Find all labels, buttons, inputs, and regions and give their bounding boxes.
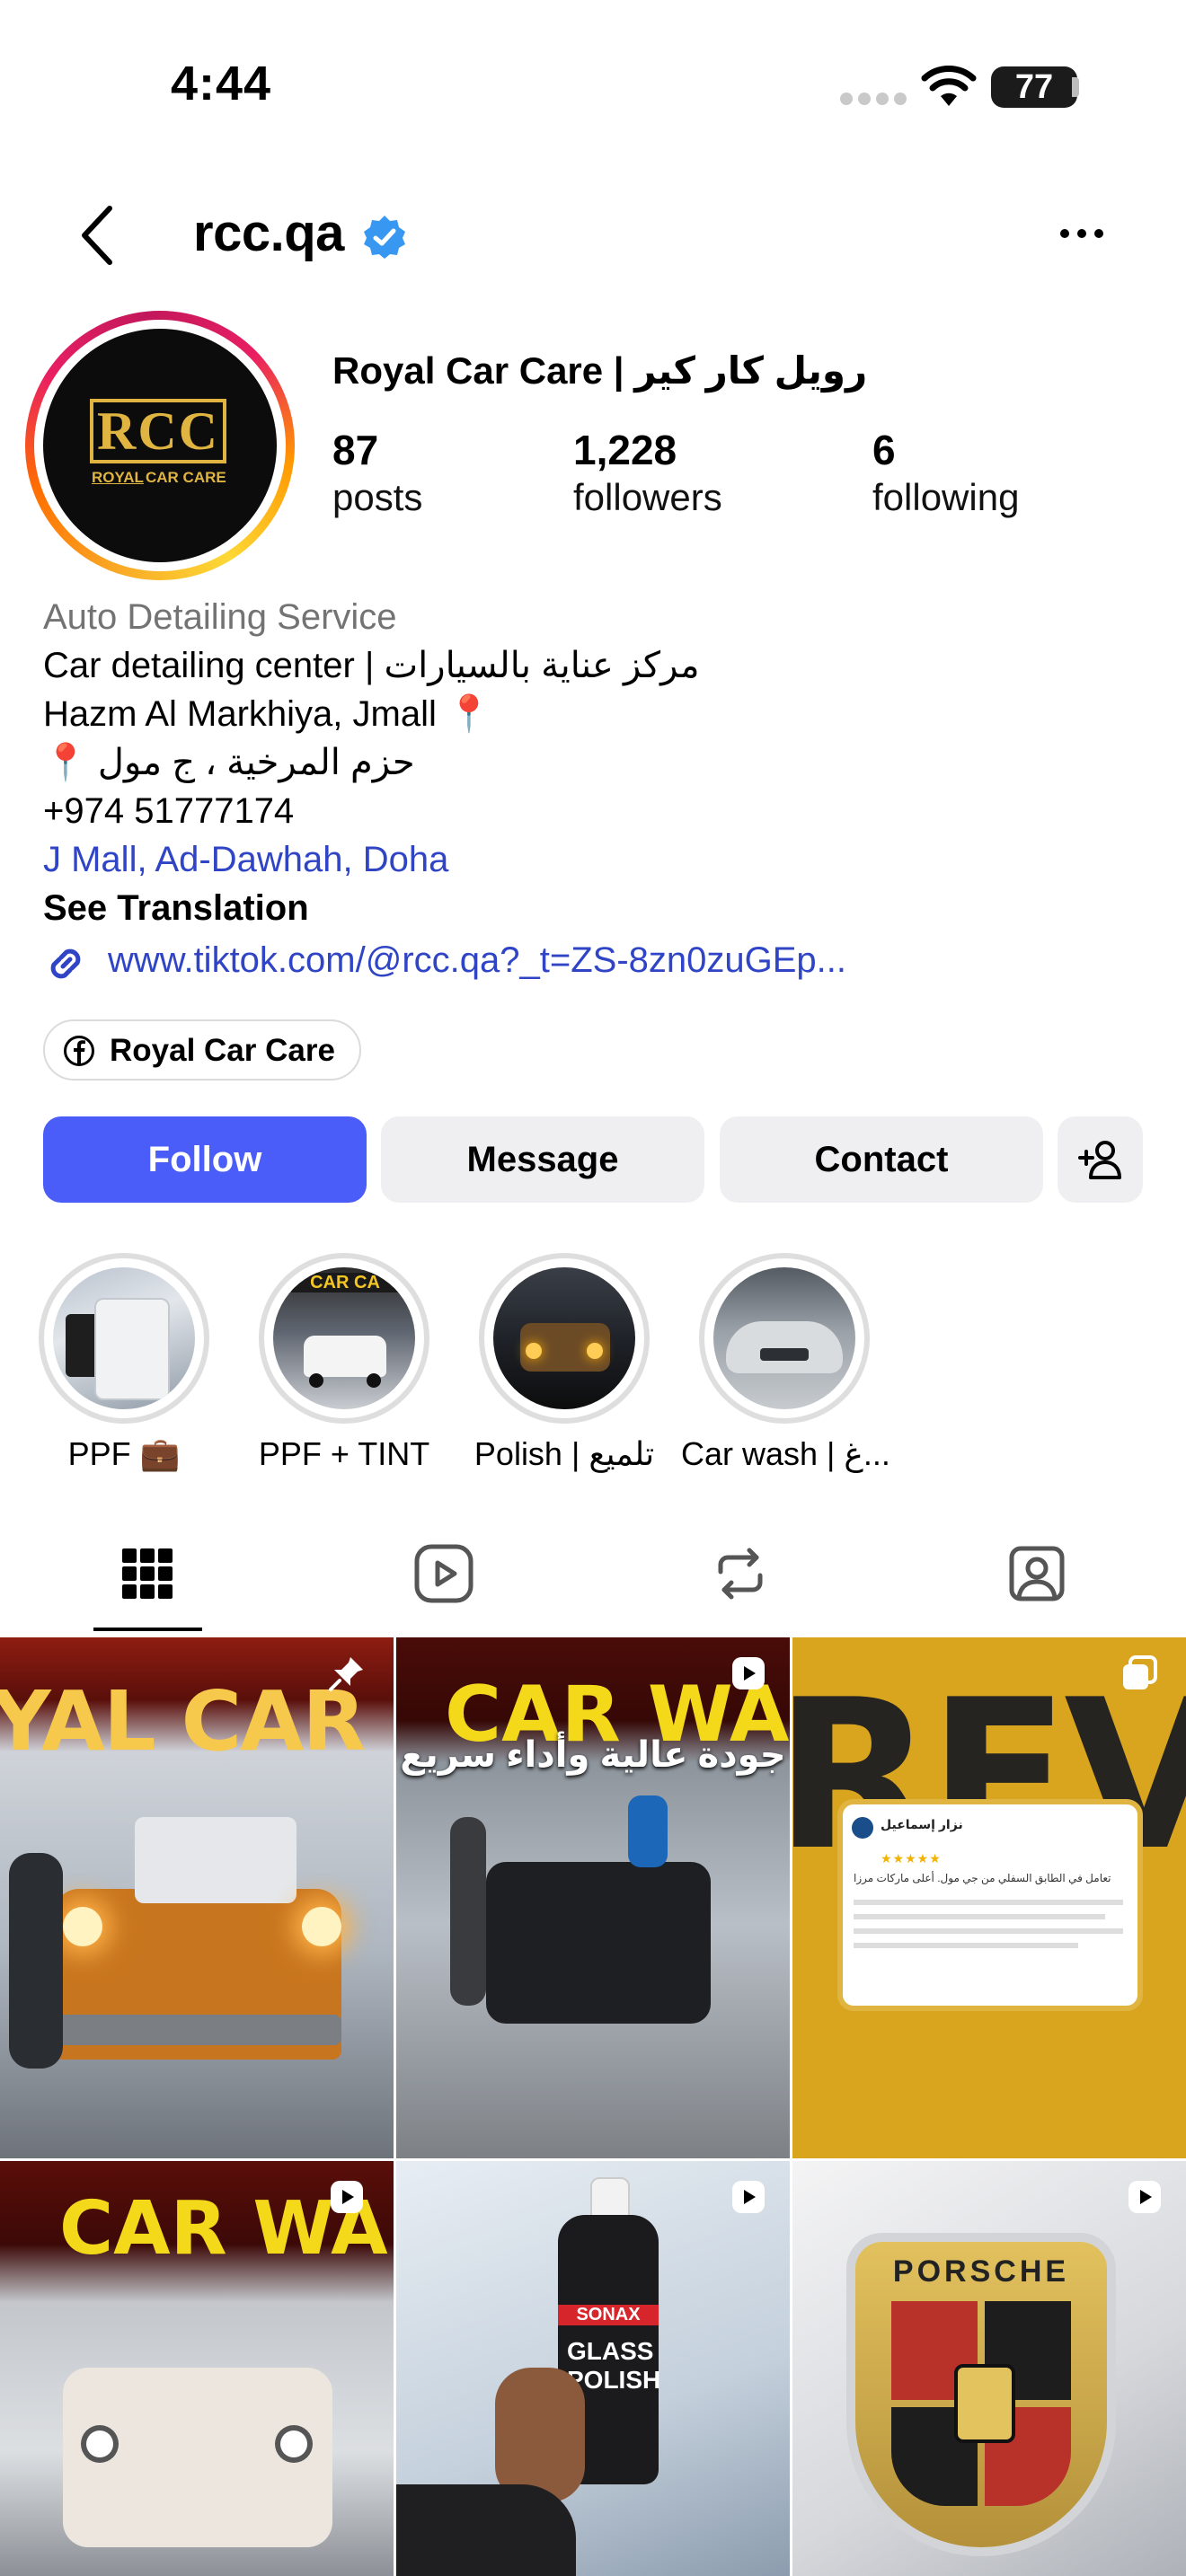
following-label[interactable]: following — [872, 476, 1019, 519]
posts-label[interactable]: posts — [332, 476, 422, 519]
reel-icon — [331, 2181, 363, 2213]
follow-button[interactable]: Follow — [43, 1116, 367, 1203]
highlight-thumbnail[interactable] — [493, 1267, 635, 1409]
message-button[interactable]: Message — [381, 1116, 704, 1203]
facebook-label: Royal Car Care — [110, 1033, 335, 1068]
product-brand: SONAX — [558, 2305, 659, 2325]
website-link[interactable]: www.tiktok.com/@rcc.qa?_t=ZS-8zn0zuGEp..… — [108, 936, 846, 984]
facebook-icon — [64, 1036, 94, 1066]
post-caption: جودة عالية وأداء سريع — [400, 1735, 786, 1775]
facebook-profile-link[interactable]: Royal Car Care — [43, 1019, 361, 1081]
post-thumbnail[interactable]: PORSCHE — [792, 2161, 1186, 2576]
battery-tip — [1072, 77, 1079, 97]
review-author: نزار إسماعيل — [881, 1817, 963, 1831]
post-thumbnail[interactable]: CAR WA جودة عالية وأداء سريع — [396, 1637, 790, 2158]
verified-badge-icon — [364, 216, 405, 259]
following-count[interactable]: 6 — [872, 426, 896, 474]
bio-line: Hazm Al Markhiya, Jmall 📍 — [43, 694, 491, 734]
post-thumbnail[interactable]: CAR WA — [0, 2161, 394, 2576]
logo-sub-right: CAR CARE — [146, 469, 226, 486]
post-thumbnail[interactable]: SONAX GLASS POLISH — [396, 2161, 790, 2576]
reposts-tab-icon[interactable] — [708, 1541, 773, 1606]
battery-level: 77 — [991, 66, 1077, 108]
profile-category: Auto Detailing Service — [43, 597, 397, 637]
highlight-thumbnail[interactable]: CAR CA — [273, 1267, 415, 1409]
highlight-label[interactable]: PPF 💼 — [21, 1435, 227, 1473]
status-time: 4:44 — [171, 57, 272, 110]
active-tab-indicator — [93, 1628, 202, 1631]
bio-line: Car detailing center | مركز عناية بالسيا… — [43, 646, 700, 685]
see-translation-link[interactable]: See Translation — [43, 884, 309, 932]
posts-count[interactable]: 87 — [332, 426, 378, 474]
carousel-icon — [1123, 1655, 1157, 1689]
highlight-label[interactable]: Polish | تلميع — [461, 1435, 668, 1473]
grid-tab-icon[interactable] — [115, 1541, 180, 1606]
location-link[interactable]: J Mall, Ad-Dawhah, Doha — [43, 835, 448, 884]
post-thumbnail[interactable]: YAL CAR C — [0, 1637, 394, 2158]
wifi-icon — [921, 66, 977, 106]
highlight-label[interactable]: PPF + TINT — [241, 1435, 447, 1473]
tagged-tab-icon[interactable] — [1005, 1541, 1069, 1606]
post-thumbnail[interactable]: REVIEW نزار إسماعيل ★★★★★ تعامل في الطاب… — [792, 1637, 1186, 2158]
display-name: Royal Car Care | رويل كار كير — [332, 349, 868, 392]
reel-icon — [1128, 2181, 1161, 2213]
followers-label[interactable]: followers — [573, 476, 722, 519]
bio-line: 📍 حزم المرخية ، ج مول — [43, 743, 415, 782]
avatar[interactable]: RCC ROYAL CAR CARE — [43, 329, 277, 562]
suggested-accounts-button[interactable] — [1058, 1116, 1143, 1203]
review-text: تعامل في الطابق السفلي من جي مول. أعلى م… — [854, 1872, 1111, 1884]
link-icon — [50, 948, 81, 979]
highlight-label[interactable]: Car wash | غ... — [681, 1435, 890, 1473]
logo-text: RCC — [97, 401, 219, 461]
more-options-icon[interactable] — [1058, 225, 1105, 243]
bio-phone[interactable]: +974 51777174 — [43, 787, 294, 835]
followers-count[interactable]: 1,228 — [573, 426, 677, 474]
reel-icon — [732, 2181, 765, 2213]
add-person-icon — [1078, 1141, 1121, 1179]
profile-handle: rcc.qa — [193, 204, 344, 262]
reels-tab-icon[interactable] — [412, 1541, 476, 1606]
reel-icon — [732, 1657, 765, 1689]
contact-button[interactable]: Contact — [720, 1116, 1043, 1203]
pinned-icon — [329, 1657, 363, 1691]
cellular-signal-icon — [840, 93, 912, 107]
logo-sub-left: ROYAL — [92, 469, 144, 486]
badge-text: PORSCHE — [892, 2254, 1070, 2289]
highlight-thumbnail[interactable] — [53, 1267, 195, 1409]
back-arrow-icon[interactable] — [75, 203, 120, 268]
highlight-thumbnail[interactable] — [713, 1267, 855, 1409]
